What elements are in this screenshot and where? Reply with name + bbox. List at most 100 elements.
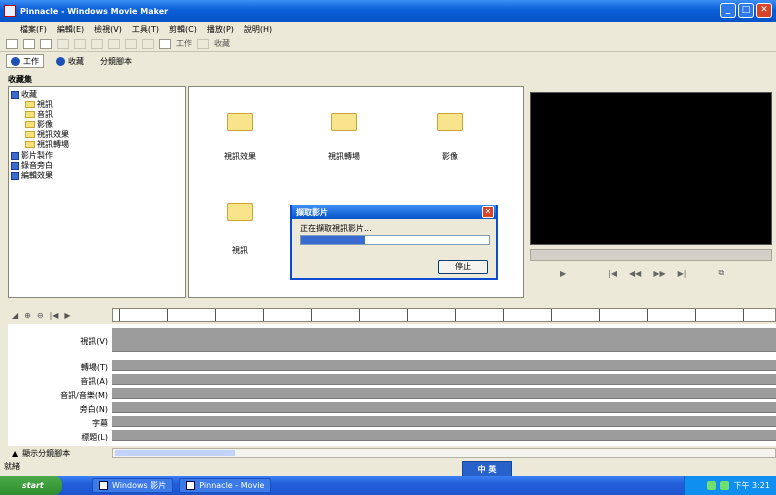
tab-collections[interactable]: 收藏 [52, 54, 88, 68]
tasks-toolbar-icon[interactable] [159, 38, 171, 49]
open-project-icon[interactable] [23, 38, 35, 49]
ruler-tick [695, 309, 696, 321]
menu-bar: 檔案(F) 編輯(E) 檢視(V) 工具(T) 剪輯(C) 播放(P) 說明(H… [0, 22, 776, 36]
transition-track[interactable] [112, 360, 776, 371]
tree-extra[interactable]: 編輯效果 [11, 170, 53, 181]
narration-track[interactable] [112, 402, 776, 413]
ruler-tick [743, 309, 744, 321]
folder-icon[interactable] [227, 203, 253, 221]
track-label: 視訊(V) [80, 337, 108, 346]
undo-icon[interactable] [57, 38, 69, 49]
folder-label[interactable]: 視訊轉場 [314, 151, 374, 162]
title-overlay-track[interactable] [112, 430, 776, 441]
caption-track[interactable] [112, 416, 776, 427]
delete-icon[interactable] [142, 38, 154, 49]
menu-item-edit[interactable]: 編輯(E) [57, 24, 84, 35]
collections-toolbar-label[interactable]: 收藏 [214, 38, 230, 49]
previous-frame-icon[interactable]: |◀ [608, 269, 617, 278]
menu-item-view[interactable]: 檢視(V) [94, 24, 122, 35]
ruler-tick [263, 309, 264, 321]
ruler-tick [215, 309, 216, 321]
menu-item-help[interactable]: 說明(H) [244, 24, 272, 35]
folder-icon[interactable] [437, 113, 463, 131]
seek-bar[interactable] [530, 249, 772, 261]
ime-toolbar[interactable]: 中 英 [462, 461, 512, 477]
audio-track[interactable] [112, 374, 776, 385]
close-window-button[interactable]: ✕ [756, 3, 772, 18]
split-clip-icon[interactable]: ⧉ [719, 268, 725, 278]
show-storyboard-button[interactable]: ▲ 顯示分鏡腳本 [8, 448, 110, 458]
narration-icon [11, 161, 19, 170]
tab-storyboard-label: 分鏡腳本 [100, 56, 132, 66]
minimize-button[interactable]: _ [720, 3, 736, 18]
play-icon[interactable]: ▶ [560, 269, 566, 278]
effects-icon [11, 171, 19, 180]
menu-item-tools[interactable]: 工具(T) [132, 24, 159, 35]
menu-item-clip[interactable]: 剪輯(C) [169, 24, 197, 35]
folder-icon [25, 141, 35, 148]
volume-icon[interactable] [720, 481, 730, 490]
timeline-ruler[interactable] [112, 308, 776, 322]
clock[interactable]: 下午 3:21 [733, 480, 770, 491]
fast-forward-icon[interactable]: ▶▶ [653, 269, 665, 278]
scrollbar-thumb[interactable] [115, 450, 235, 456]
movie-maker-window: Pinnacle - Windows Movie Maker _ □ ✕ 檔案(… [0, 0, 776, 495]
new-project-icon[interactable] [6, 38, 18, 49]
tree-folder[interactable]: 視訊轉場 [25, 139, 69, 150]
tab-storyboard[interactable]: 分鏡腳本 [96, 54, 136, 68]
video-track[interactable] [112, 328, 776, 352]
zoom-in-icon[interactable]: ⊕ [24, 311, 31, 320]
capture-dialog: 擷取影片 ✕ 正在擷取視訊影片... 停止 [290, 205, 498, 280]
rewind-timeline-icon[interactable]: |◀ [50, 311, 59, 320]
taskbar-item[interactable]: Windows 影片 [92, 478, 174, 493]
dialog-close-icon[interactable]: ✕ [482, 206, 494, 218]
next-frame-icon[interactable]: ▶| [678, 269, 687, 278]
ruler-tick [551, 309, 552, 321]
folder-icon[interactable] [331, 113, 357, 131]
tab-collections-label: 收藏 [68, 56, 84, 66]
track-label: 旁白(N) [79, 405, 108, 414]
system-tray: 下午 3:21 [684, 476, 776, 495]
play-timeline-icon[interactable]: ▶ [64, 311, 70, 320]
folder-icon [25, 111, 35, 118]
redo-icon[interactable] [74, 38, 86, 49]
preview-monitor [530, 92, 772, 245]
window-title: Pinnacle - Windows Movie Maker [20, 6, 169, 16]
tasks-toolbar-label[interactable]: 工作 [176, 38, 192, 49]
set-audio-levels-icon[interactable]: ◢ [12, 311, 18, 320]
timeline-scrollbar[interactable] [112, 448, 776, 458]
paste-icon[interactable] [125, 38, 137, 49]
folder-label[interactable]: 視訊 [210, 245, 270, 256]
copy-icon[interactable] [108, 38, 120, 49]
save-project-icon[interactable] [40, 38, 52, 49]
network-icon[interactable] [707, 481, 717, 490]
folder-label[interactable]: 影像 [420, 151, 480, 162]
timeline-toolbar: ◢ ⊕ ⊖ |◀ ▶ [8, 308, 110, 322]
timeline-tracks [112, 324, 776, 446]
show-storyboard-label: 顯示分鏡腳本 [22, 448, 71, 458]
folder-label[interactable]: 視訊效果 [210, 151, 270, 162]
menu-item-file[interactable]: 檔案(F) [20, 24, 47, 35]
menu-item-play[interactable]: 播放(P) [207, 24, 234, 35]
maximize-button[interactable]: □ [738, 3, 754, 18]
cut-icon[interactable] [91, 38, 103, 49]
ruler-tick [647, 309, 648, 321]
track-label: 字幕 [92, 419, 108, 428]
stop-button[interactable]: 停止 [438, 260, 488, 274]
music-track[interactable] [112, 388, 776, 399]
view-toggle-icon: ▲ [12, 448, 19, 458]
rewind-icon[interactable]: ◀◀ [629, 269, 641, 278]
ruler-tick [311, 309, 312, 321]
movie-tasks-icon [11, 151, 19, 160]
zoom-out-icon[interactable]: ⊖ [37, 311, 44, 320]
start-button[interactable]: start [0, 476, 62, 495]
collections-toolbar-icon[interactable] [197, 38, 209, 49]
taskbar-item-label: Windows 影片 [112, 481, 167, 490]
tab-tasks[interactable]: 工作 [6, 54, 44, 68]
toolbar: 工作 收藏 [0, 36, 776, 52]
taskbar-item[interactable]: Pinnacle - Movie [179, 478, 272, 493]
folder-icon[interactable] [227, 113, 253, 131]
taskbar-item-label: Pinnacle - Movie [199, 481, 265, 490]
ruler-tick [359, 309, 360, 321]
track-label: 音訊/音樂(M) [60, 391, 108, 400]
